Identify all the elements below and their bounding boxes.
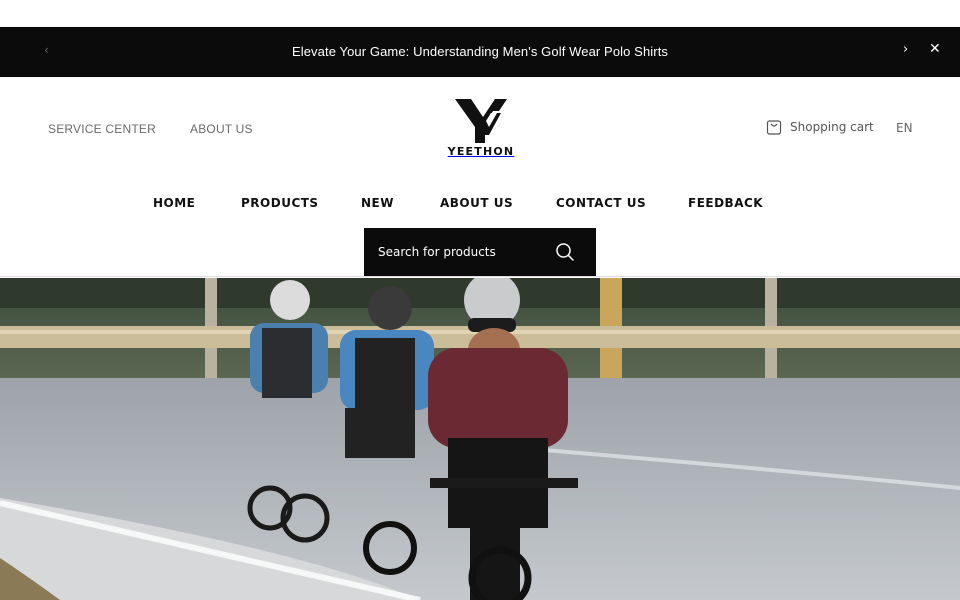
about-us-link[interactable]: ABOUT US: [190, 122, 253, 136]
search-bar: [364, 228, 596, 276]
main-nav: HOME PRODUCTS NEW ABOUT US CONTACT US FE…: [0, 196, 960, 216]
announcement-bar: ‹ Elevate Your Game: Understanding Men's…: [0, 27, 960, 77]
nav-item-about-us[interactable]: ABOUT US: [440, 196, 513, 210]
nav-item-products[interactable]: PRODUCTS: [241, 196, 319, 210]
close-icon[interactable]: ✕: [929, 41, 941, 57]
top-spacer: [0, 0, 960, 27]
brand-logo[interactable]: YEETHON: [446, 99, 516, 159]
nav-item-contact-us[interactable]: CONTACT US: [556, 196, 646, 210]
language-selector[interactable]: EN: [896, 121, 913, 135]
announcement-text[interactable]: Elevate Your Game: Understanding Men's G…: [0, 44, 960, 59]
shopping-bag-icon: [766, 120, 782, 135]
hero-image: [0, 278, 960, 600]
nav-item-home[interactable]: HOME: [153, 196, 195, 210]
nav-item-new[interactable]: NEW: [361, 196, 394, 210]
shopping-cart-label: Shopping cart: [790, 120, 874, 134]
chevron-right-icon[interactable]: ›: [903, 42, 908, 57]
yeethon-logo-icon: [455, 99, 507, 143]
hero-banner[interactable]: [0, 278, 960, 600]
search-input[interactable]: [378, 245, 548, 259]
nav-item-feedback[interactable]: FEEDBACK: [688, 196, 763, 210]
brand-name: YEETHON: [447, 145, 515, 158]
search-icon[interactable]: [555, 242, 575, 262]
shopping-cart-link[interactable]: Shopping cart: [766, 119, 874, 135]
service-center-link[interactable]: SERVICE CENTER: [48, 122, 156, 136]
site-header: SERVICE CENTER ABOUT US YEETHON Shopping…: [0, 77, 960, 277]
